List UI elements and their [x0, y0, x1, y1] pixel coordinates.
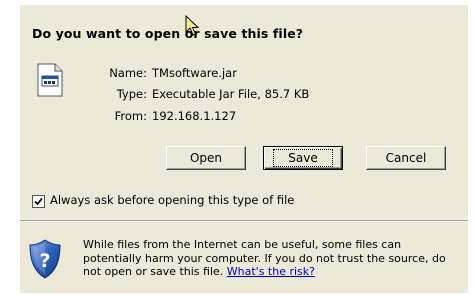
- mouse-cursor-icon: [185, 15, 200, 36]
- save-button[interactable]: Save: [263, 146, 343, 170]
- file-from-value: 192.168.1.127: [152, 109, 237, 123]
- always-ask-checkbox[interactable]: [32, 195, 45, 208]
- separator-highlight: [20, 221, 468, 222]
- save-button-label: Save: [273, 149, 333, 167]
- file-type-label: Type:: [116, 87, 147, 101]
- cancel-button-label: Cancel: [385, 151, 427, 165]
- file-type-value: Executable Jar File, 85.7 KB: [152, 87, 310, 101]
- open-button[interactable]: Open: [166, 146, 246, 170]
- file-from-row: From: 192.168.1.127: [20, 108, 451, 124]
- shield-question-icon: ?: [29, 239, 61, 279]
- whats-the-risk-link[interactable]: What's the risk?: [227, 265, 315, 278]
- checkmark-icon: [34, 197, 43, 206]
- file-download-dialog: Do you want to open or save this file? N…: [20, 5, 468, 293]
- file-type-row: Type: Executable Jar File, 85.7 KB: [20, 86, 451, 102]
- file-name-row: Name: TMsoftware.jar: [20, 65, 451, 81]
- warning-message: While files from the Internet can be use…: [83, 238, 463, 279]
- file-from-label: From:: [114, 109, 147, 123]
- file-name-label: Name:: [109, 66, 147, 80]
- svg-text:?: ?: [39, 250, 50, 272]
- cancel-button[interactable]: Cancel: [366, 146, 446, 170]
- open-button-label: Open: [189, 151, 223, 165]
- always-ask-label: Always ask before opening this type of f…: [50, 193, 295, 207]
- file-name-value: TMsoftware.jar: [152, 66, 237, 80]
- dialog-question: Do you want to open or save this file?: [32, 26, 304, 41]
